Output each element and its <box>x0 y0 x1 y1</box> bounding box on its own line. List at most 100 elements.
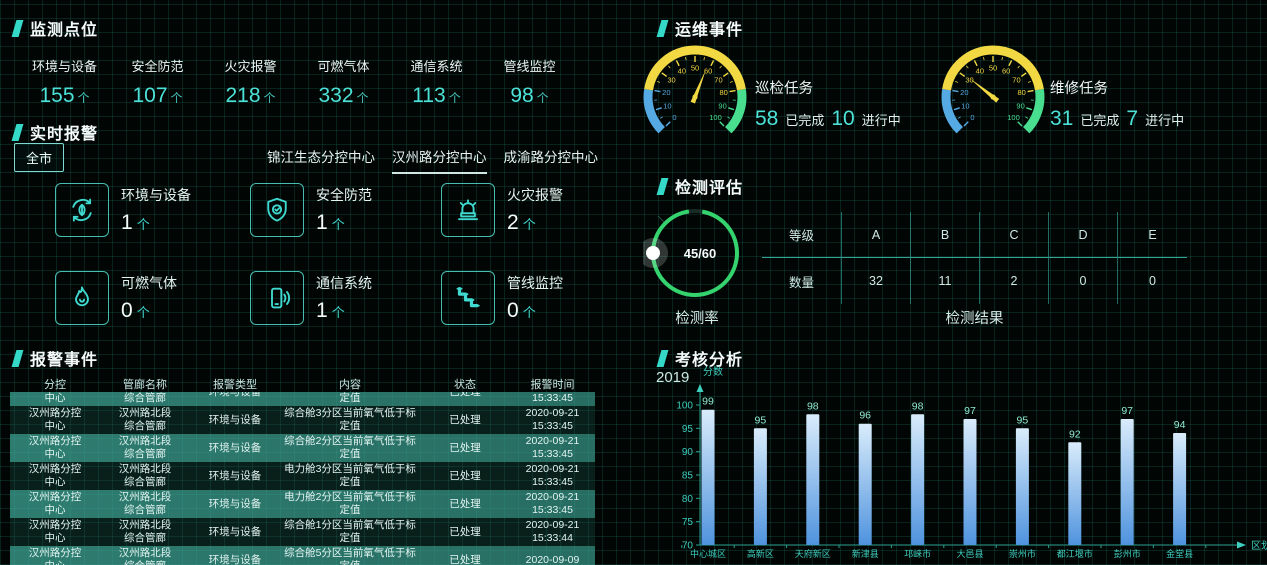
monitor-stat-unit: 个 <box>171 91 183 105</box>
svg-text:96: 96 <box>859 410 871 422</box>
alarm-cell: 环境与设备 <box>190 554 280 565</box>
tab-branch-0[interactable]: 锦江生态分控中心 <box>267 146 375 174</box>
alarm-cell: 环境与设备 <box>190 470 280 483</box>
svg-text:80: 80 <box>682 494 694 505</box>
alarm-cell: 汉州路分控中心 <box>10 491 100 517</box>
alarm-card-value: 1个 <box>316 299 372 323</box>
grade-count-cell: 32 <box>842 258 911 304</box>
monitor-stat: 通信系统113个 <box>390 56 483 108</box>
alarm-cell: 环境与设备 <box>190 498 280 511</box>
alarm-cards: 环境与设备1个安全防范1个火灾报警2个可燃气体0个通信系统1个管线监控0个 <box>55 183 621 359</box>
detection-rate-label: 检测率 <box>645 307 749 328</box>
monitor-stat: 管线监控98个 <box>483 56 576 108</box>
alarm-card-4[interactable]: 通信系统1个 <box>250 271 441 359</box>
svg-text:都江堰市: 都江堰市 <box>1057 548 1093 559</box>
svg-text:50: 50 <box>691 64 699 73</box>
svg-text:50: 50 <box>989 64 997 73</box>
task-gauge: 0102030405060708090100 <box>933 35 1053 155</box>
alarm-card-label: 管线监控 <box>507 273 563 293</box>
alarm-table-row[interactable]: 汉州路分控中心汉州路北段综合管廊环境与设备电力舱3分区当前氧气低于标定值已处理2… <box>10 462 595 490</box>
assessment-bar-chart: 分数区划70758085909510099中心城区95高新区98天府新区96新津… <box>645 360 1267 565</box>
alarm-col-header: 分控 <box>10 376 100 392</box>
alarm-col-header: 状态 <box>420 376 510 392</box>
alarm-cell: 汉州路北段综合管廊 <box>100 407 190 433</box>
shield-check-icon <box>262 195 292 225</box>
bar-邛崃市 <box>911 414 924 545</box>
monitor-stat-value: 98个 <box>483 84 576 108</box>
gauge-task-numbers: 58已完成10进行中 <box>755 107 901 131</box>
alarm-card-iconbox <box>250 183 304 237</box>
alarm-cell: 环境与设备 <box>190 414 280 427</box>
gauge-0: 0102030405060708090100 <box>635 35 755 160</box>
grade-count-cell: 0 <box>1118 258 1187 304</box>
alarm-cell: 2020-09-21 15:33:45 <box>510 491 595 517</box>
alarm-card-content: 通信系统1个 <box>316 271 372 323</box>
svg-text:97: 97 <box>964 405 976 417</box>
phone-signal-icon <box>262 283 292 313</box>
alarm-table-row[interactable]: 汉州路分控中心汉州路北段综合管廊环境与设备电力舱2分区当前氧气低于标定值已处理2… <box>10 490 595 518</box>
alarm-cell: 环境与设备 <box>190 442 280 455</box>
alarm-table-row[interactable]: 汉州路分控中心汉州路北段综合管廊环境与设备综合舱3分区当前氧气低于标定值已处理2… <box>10 406 595 434</box>
svg-text:彭州市: 彭州市 <box>1114 548 1141 559</box>
alarm-card-label: 可燃气体 <box>121 273 177 293</box>
alarm-cell: 环境与设备 <box>190 392 280 399</box>
svg-text:95: 95 <box>755 414 767 426</box>
monitor-stat-unit: 个 <box>537 91 549 105</box>
svg-text:98: 98 <box>912 400 924 412</box>
svg-text:分数: 分数 <box>703 365 723 378</box>
alarm-card-value: 0个 <box>121 299 177 323</box>
alarm-card-unit: 个 <box>137 305 150 320</box>
alarm-cell: 汉州路分控中心 <box>10 547 100 565</box>
svg-text:区划: 区划 <box>1251 539 1267 552</box>
grade-count-cell: 2 <box>980 258 1049 304</box>
section-title-inspection: 检测评估 <box>659 174 743 198</box>
detection-rate-ring: 45/60 <box>643 201 747 305</box>
alarm-cell: 汉州路北段综合管廊 <box>100 435 190 461</box>
svg-text:10: 10 <box>961 101 969 110</box>
alarm-card-iconbox <box>441 183 495 237</box>
city-filter-button[interactable]: 全市 <box>14 143 64 172</box>
slash-icon <box>12 20 24 37</box>
monitor-stat-unit: 个 <box>264 91 276 105</box>
alarm-cell: 已处理 <box>420 554 510 565</box>
svg-text:92: 92 <box>1069 428 1081 440</box>
alarm-cell: 综合舱2分区当前氧气低于标定值 <box>280 435 420 461</box>
alarm-col-header: 报警时间 <box>510 376 595 392</box>
tab-branch-2[interactable]: 成渝路分控中心 <box>504 146 599 174</box>
svg-text:75: 75 <box>682 517 694 528</box>
alarm-card-iconbox <box>250 271 304 325</box>
alarm-card-content: 环境与设备1个 <box>121 183 191 235</box>
alarm-cell: 已处理 <box>420 414 510 427</box>
alarm-table-row[interactable]: 汉州路分控中心汉州路北段综合管廊环境与设备综合舱2分区当前氧气低于标定值已处理2… <box>10 434 595 462</box>
alarm-card-iconbox <box>55 271 109 325</box>
alarm-card-unit: 个 <box>523 305 536 320</box>
alarm-cell: 2020-09-09 <box>510 554 595 565</box>
alarm-table-row[interactable]: 汉州路分控中心汉州路北段综合管廊环境与设备综合舱5分区当前氧气低于标定值已处理2… <box>10 546 595 565</box>
ring-handle[interactable] <box>646 246 660 260</box>
section-title-text: 报警事件 <box>30 346 98 370</box>
svg-text:40: 40 <box>678 67 686 76</box>
slash-icon <box>12 124 24 141</box>
alarm-card-content: 管线监控0个 <box>507 271 563 323</box>
alarm-cell: 电力舱2分区当前氧气低于标定值 <box>280 491 420 517</box>
alarm-card-2[interactable]: 火灾报警2个 <box>441 183 621 271</box>
monitor-stat-value: 113个 <box>390 84 483 108</box>
svg-text:90: 90 <box>718 101 726 110</box>
alarm-card-0[interactable]: 环境与设备1个 <box>55 183 250 271</box>
tab-branch-1[interactable]: 汉州路分控中心 <box>392 146 487 174</box>
alarm-table-row[interactable]: 汉州路分控中心汉州路北段综合管廊环境与设备综合舱4分区当前氧气低于标定值已处理2… <box>10 392 595 406</box>
gauge-done-label: 已完成 <box>785 110 824 129</box>
alarm-card-5[interactable]: 管线监控0个 <box>441 271 621 359</box>
task-gauge: 0102030405060708090100 <box>635 35 755 155</box>
alarm-card-label: 安全防范 <box>316 185 372 205</box>
alarm-card-content: 火灾报警2个 <box>507 183 563 235</box>
alarm-col-header: 管廊名称 <box>100 376 190 392</box>
alarm-cell: 汉州路北段综合管廊 <box>100 463 190 489</box>
svg-text:97: 97 <box>1121 405 1133 417</box>
alarm-table-row[interactable]: 汉州路分控中心汉州路北段综合管廊环境与设备综合舱1分区当前氧气低于标定值已处理2… <box>10 518 595 546</box>
svg-text:98: 98 <box>807 400 819 412</box>
alarm-card-1[interactable]: 安全防范1个 <box>250 183 441 271</box>
alarm-card-unit: 个 <box>332 305 345 320</box>
alarm-cell: 综合舱4分区当前氧气低于标定值 <box>280 392 420 405</box>
bar-彭州市 <box>1121 419 1134 545</box>
